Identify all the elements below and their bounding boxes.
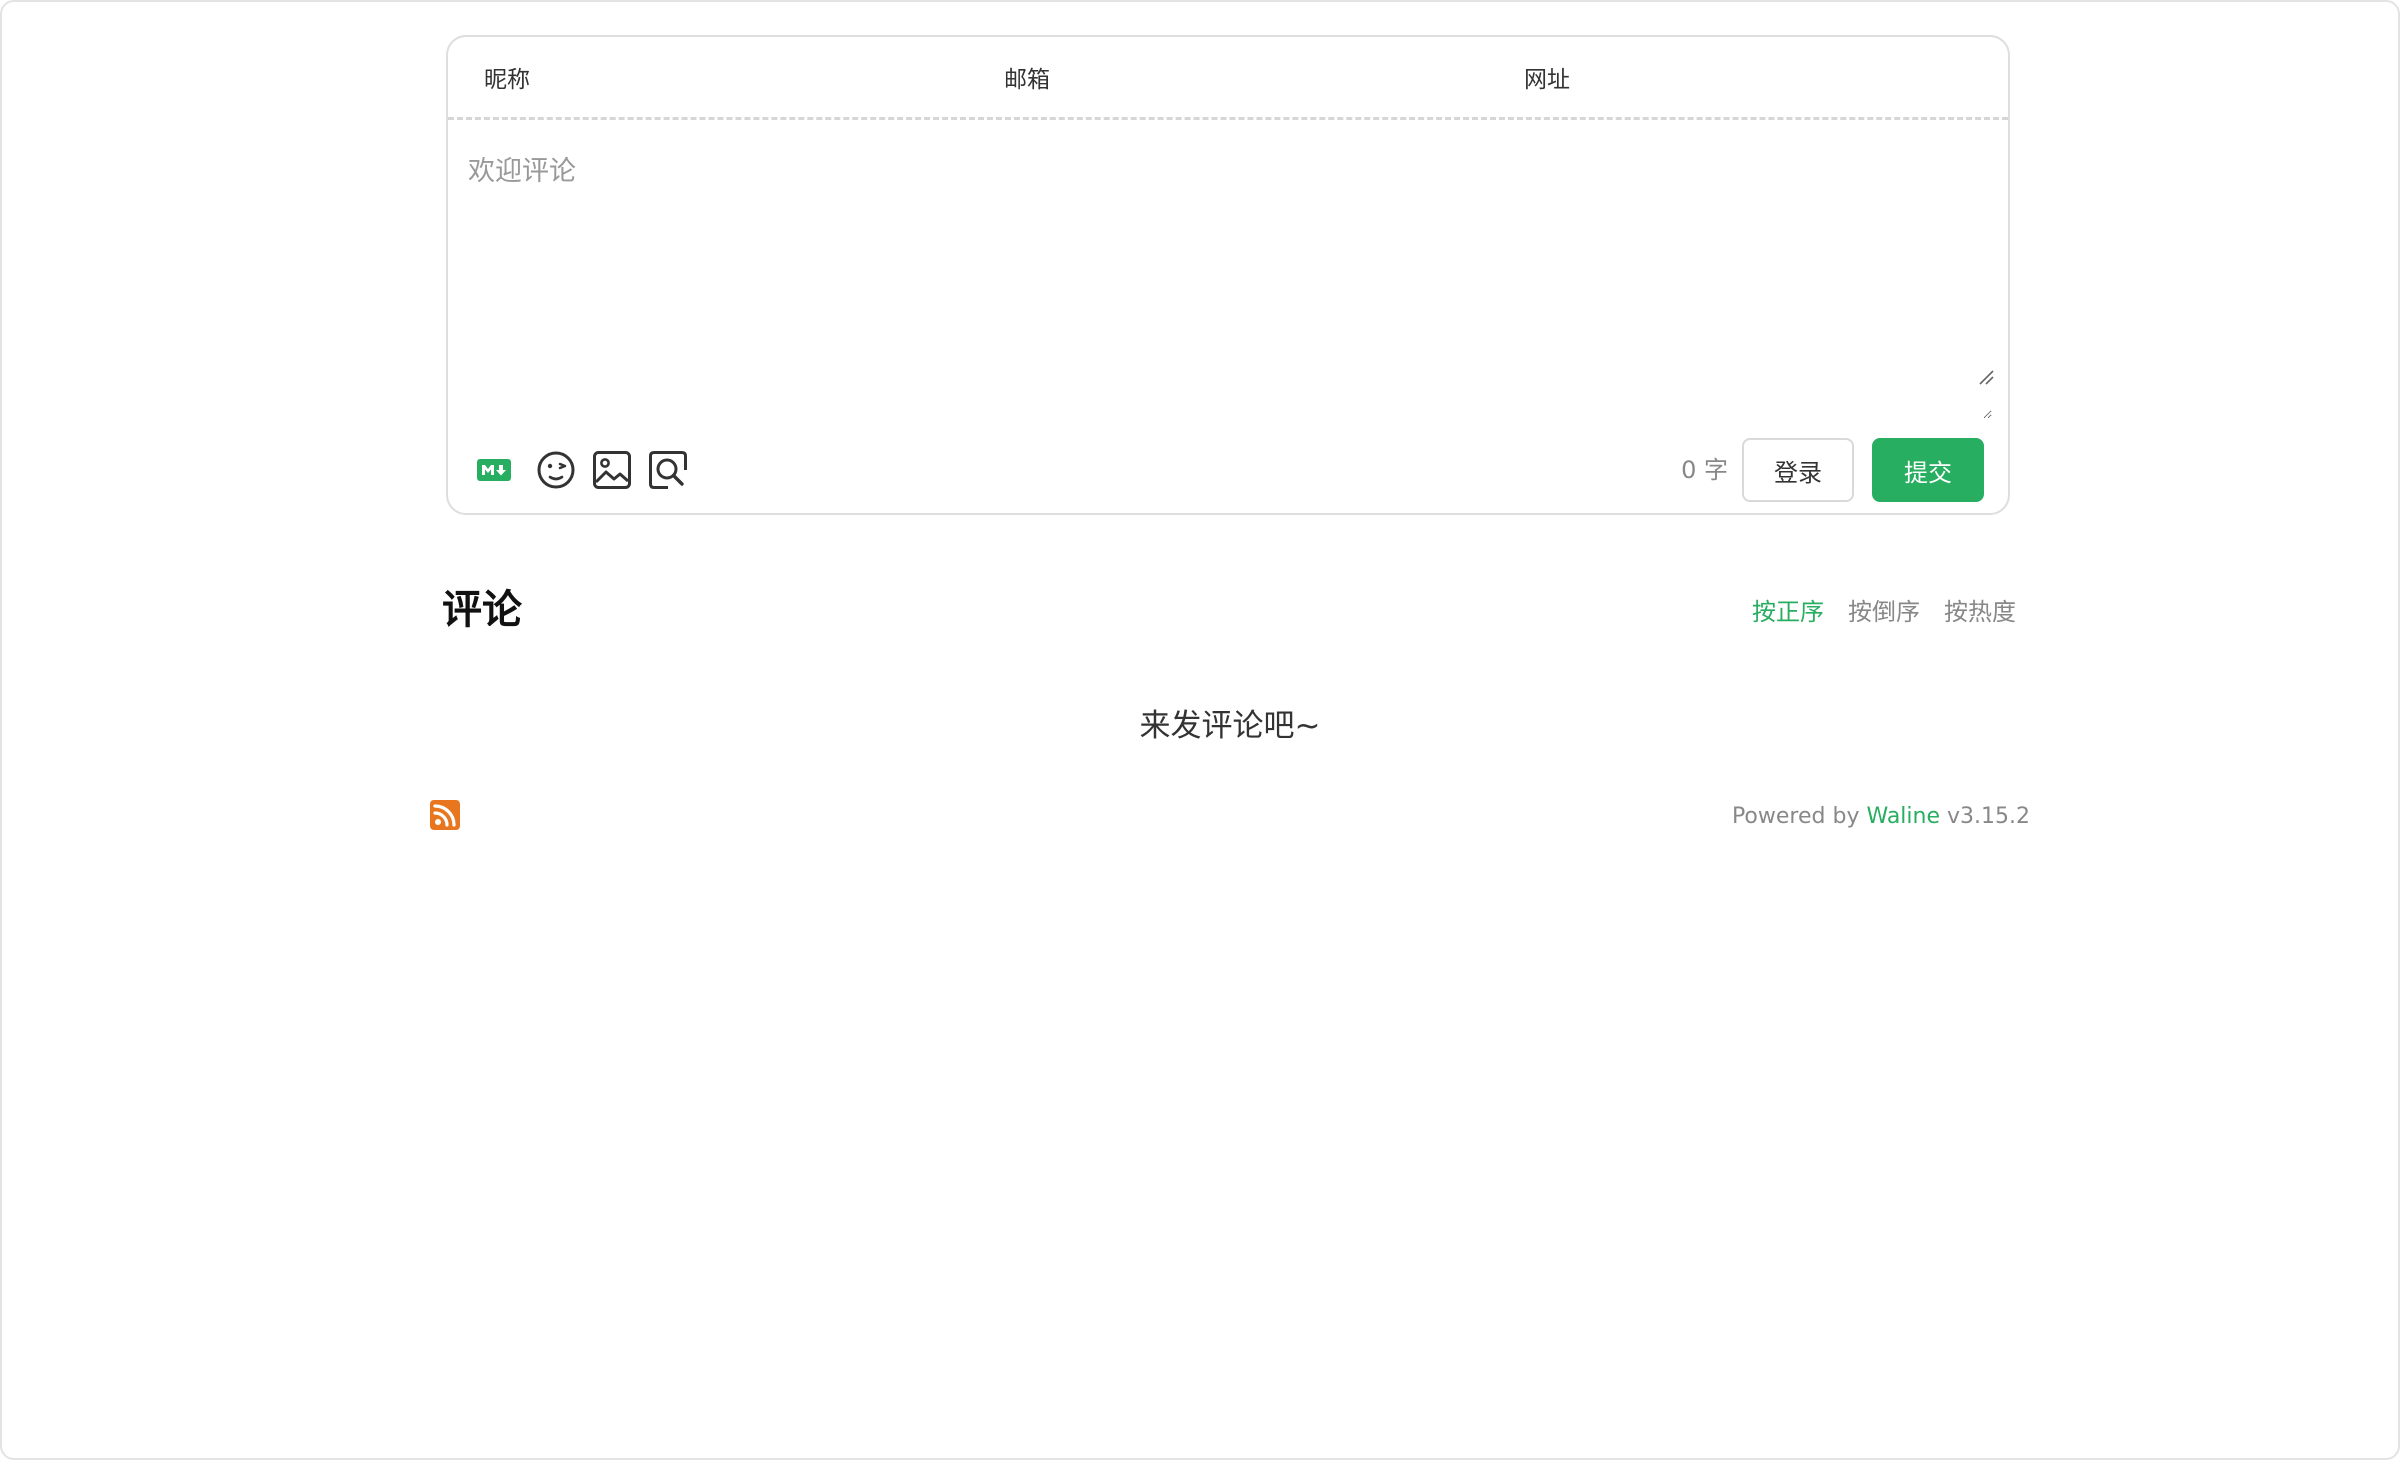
website-field-group: 网址 [1488,37,2008,117]
word-counter: 0 字 [1681,437,1728,503]
image-upload-icon [593,451,631,489]
website-label: 网址 [1524,67,1570,93]
resize-handle-icon[interactable] [1978,369,1994,385]
email-input[interactable] [1060,46,1488,108]
word-count-unit: 字 [1704,456,1728,484]
waline-link[interactable]: Waline [1866,804,1940,829]
email-field-group: 邮箱 [968,37,1488,117]
page: 昵称 邮箱 网址 欢迎评论 0 字 登录 提交 评论 按正序 按倒序 按热度 来… [0,0,2400,1460]
markdown-button[interactable] [474,437,514,503]
nickname-input[interactable] [540,46,968,108]
email-label: 邮箱 [1004,67,1050,93]
comments-title: 评论 [442,587,522,633]
markdown-icon [477,459,511,481]
emoji-button[interactable] [534,437,578,503]
login-button[interactable]: 登录 [1742,438,1854,502]
nickname-field-group: 昵称 [448,37,968,117]
sort-ascending[interactable]: 按正序 [1752,592,1824,627]
emoji-icon [537,451,575,489]
word-count-value: 0 [1681,456,1697,484]
website-input[interactable] [1580,46,2008,108]
sort-hot[interactable]: 按热度 [1944,592,2016,627]
form-header: 昵称 邮箱 网址 [448,37,2008,120]
powered-by: Powered by Waline v3.15.2 [1732,804,2030,829]
comment-form: 昵称 邮箱 网址 欢迎评论 0 字 登录 提交 [446,35,2010,515]
preview-icon [649,451,687,489]
image-upload-button[interactable] [590,437,634,503]
powered-prefix: Powered by [1731,804,1860,829]
empty-comments-text: 来发评论吧~ [1139,708,1321,744]
waline-version: v3.15.2 [1947,804,2030,829]
rss-icon[interactable] [430,800,460,830]
submit-button[interactable]: 提交 [1872,438,1984,502]
sort-bar: 按正序 按倒序 按热度 [1752,592,2016,627]
preview-button[interactable] [646,437,690,503]
comment-editor[interactable] [466,139,1992,419]
sort-descending[interactable]: 按倒序 [1848,592,1920,627]
form-footer: 0 字 登录 提交 [448,437,2008,503]
nickname-label: 昵称 [484,67,530,93]
